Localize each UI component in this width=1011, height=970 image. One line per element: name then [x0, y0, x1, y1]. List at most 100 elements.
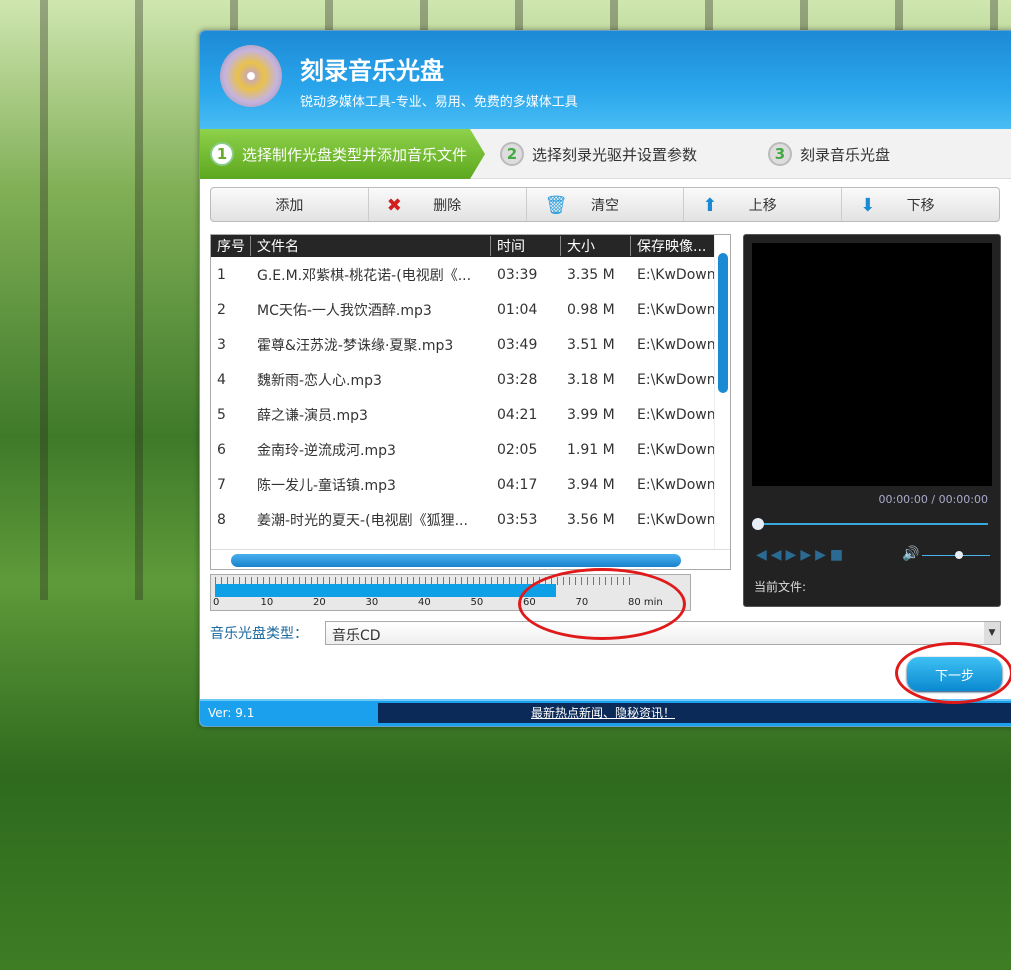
table-cell: 04:17: [491, 477, 561, 493]
table-cell: 姜潮-时光的夏天-(电视剧《狐狸...: [251, 510, 491, 530]
step-number: 2: [500, 142, 524, 166]
cd-logo-icon: [220, 45, 282, 107]
volume-icon[interactable]: 🔊: [902, 546, 919, 562]
chevron-down-icon[interactable]: ▼: [984, 622, 1000, 644]
add-label: 添加: [275, 195, 303, 215]
table-cell: 02:05: [491, 442, 561, 458]
step-bar: 1选择制作光盘类型并添加音乐文件 2 选择刻录光驱并设置参数 3 刻录音乐光盘: [200, 129, 1011, 179]
table-cell: 3.94 M: [561, 477, 631, 493]
table-cell: 7: [211, 477, 251, 493]
news-link[interactable]: 最新热点新闻、隐秘资讯！: [378, 703, 1011, 723]
annotation-circle-ruler: [518, 568, 686, 640]
annotation-circle-next: [895, 642, 1011, 704]
file-table: 序号 文件名 时间 大小 保存映像... 1G.E.M.邓紫棋-桃花诺-(电视剧…: [210, 234, 731, 570]
table-row[interactable]: 1G.E.M.邓紫棋-桃花诺-(电视剧《...03:393.35 ME:\KwD…: [211, 257, 730, 292]
volume-slider[interactable]: [922, 555, 990, 556]
col-save-image[interactable]: 保存映像...: [631, 236, 715, 256]
step-2[interactable]: 2 选择刻录光驱并设置参数: [500, 129, 697, 179]
vertical-scrollbar[interactable]: [714, 235, 730, 551]
app-subtitle: 锐动多媒体工具-专业、易用、免费的多媒体工具: [300, 91, 578, 110]
scroll-thumb[interactable]: [718, 253, 728, 393]
delete-button[interactable]: ✖删除: [369, 188, 527, 221]
stop-icon[interactable]: ■: [830, 547, 847, 563]
disc-type-label: 音乐光盘类型：: [210, 623, 308, 643]
preview-player: 00:00:00 / 00:00:00 ◀◀▶▶▶■ 🔊 当前文件:: [743, 234, 1001, 607]
horizontal-scrollbar[interactable]: [211, 549, 730, 569]
toolbar: 添加 ✖删除 🗑 清空 ⬆ 上移 ⬇ 下移: [210, 187, 1000, 222]
step-label: 选择刻录光驱并设置参数: [532, 144, 697, 165]
arrow-up-icon: ⬆: [702, 195, 717, 216]
table-cell: 03:49: [491, 337, 561, 353]
ruler-label: 10: [261, 597, 274, 608]
table-cell: E:\KwDownl.: [631, 407, 715, 423]
col-filename[interactable]: 文件名: [251, 236, 491, 256]
table-cell: 03:28: [491, 372, 561, 388]
table-cell: E:\KwDownl.: [631, 302, 715, 318]
table-cell: 3.99 M: [561, 407, 631, 423]
seek-knob[interactable]: [752, 518, 764, 530]
table-cell: G.E.M.邓紫棋-桃花诺-(电视剧《...: [251, 265, 491, 285]
ruler-label: 40: [418, 597, 431, 608]
table-cell: 3.51 M: [561, 337, 631, 353]
play-icon[interactable]: ▶: [786, 547, 801, 563]
table-cell: 3.35 M: [561, 267, 631, 283]
rewind-icon[interactable]: ◀◀: [756, 547, 786, 563]
step-number: 3: [768, 142, 792, 166]
col-index[interactable]: 序号: [211, 236, 251, 256]
fast-forward-icon[interactable]: ▶▶: [800, 547, 830, 563]
move-up-label: 上移: [749, 195, 777, 215]
table-cell: 3.56 M: [561, 512, 631, 528]
table-row[interactable]: 6金南玲-逆流成河.mp302:051.91 ME:\KwDownl.: [211, 432, 730, 467]
col-size[interactable]: 大小: [561, 236, 631, 256]
table-row[interactable]: 5薛之谦-演员.mp304:213.99 ME:\KwDownl.: [211, 397, 730, 432]
status-bar: Ver: 9.1 最新热点新闻、隐秘资讯！: [200, 699, 1011, 726]
step-number: 1: [210, 142, 234, 166]
video-screen: [752, 243, 992, 486]
table-cell: 04:21: [491, 407, 561, 423]
table-cell: 1.91 M: [561, 442, 631, 458]
seek-slider[interactable]: [756, 523, 988, 525]
table-cell: 6: [211, 442, 251, 458]
table-row[interactable]: 3霍尊&汪苏泷-梦诛缘·夏聚.mp303:493.51 ME:\KwDownl.: [211, 327, 730, 362]
table-cell: 03:53: [491, 512, 561, 528]
ruler-label: 20: [313, 597, 326, 608]
step-label: 刻录音乐光盘: [800, 144, 890, 165]
table-row[interactable]: 7陈一发儿-童话镇.mp304:173.94 ME:\KwDownl.: [211, 467, 730, 502]
col-time[interactable]: 时间: [491, 236, 561, 256]
capacity-used-bar: [215, 584, 556, 597]
table-cell: MC天佑-一人我饮酒醉.mp3: [251, 300, 491, 320]
delete-icon: ✖: [387, 195, 402, 216]
version-label: Ver: 9.1: [208, 706, 254, 720]
step-1[interactable]: 1选择制作光盘类型并添加音乐文件: [200, 129, 485, 179]
clear-label: 清空: [591, 195, 619, 215]
table-cell: 陈一发儿-童话镇.mp3: [251, 475, 491, 495]
ruler-label: 0: [213, 597, 219, 608]
ruler-label: 50: [471, 597, 484, 608]
playback-controls: ◀◀▶▶▶■: [756, 547, 847, 563]
table-cell: 8: [211, 512, 251, 528]
table-cell: 3: [211, 337, 251, 353]
move-down-label: 下移: [907, 195, 935, 215]
table-cell: 2: [211, 302, 251, 318]
table-cell: 薛之谦-演员.mp3: [251, 405, 491, 425]
move-up-button[interactable]: ⬆ 上移: [684, 188, 842, 221]
ruler-label: 30: [366, 597, 379, 608]
table-cell: E:\KwDownl.: [631, 512, 715, 528]
table-row[interactable]: 2MC天佑-一人我饮酒醉.mp301:040.98 ME:\KwDownl.: [211, 292, 730, 327]
table-cell: E:\KwDownl.: [631, 372, 715, 388]
trash-icon: 🗑: [545, 195, 568, 216]
move-down-button[interactable]: ⬇ 下移: [842, 188, 999, 221]
add-button[interactable]: 添加: [211, 188, 369, 221]
table-cell: E:\KwDownl.: [631, 477, 715, 493]
table-cell: E:\KwDownl.: [631, 267, 715, 283]
table-row[interactable]: 4魏新雨-恋人心.mp303:283.18 ME:\KwDownl.: [211, 362, 730, 397]
table-cell: 01:04: [491, 302, 561, 318]
volume-knob[interactable]: [955, 551, 963, 559]
scroll-thumb[interactable]: [231, 554, 681, 567]
table-row[interactable]: 8姜潮-时光的夏天-(电视剧《狐狸...03:533.56 ME:\KwDown…: [211, 502, 730, 537]
clear-button[interactable]: 🗑 清空: [527, 188, 685, 221]
arrow-down-icon: ⬇: [860, 195, 875, 216]
step-3[interactable]: 3 刻录音乐光盘: [768, 129, 890, 179]
table-cell: 3.18 M: [561, 372, 631, 388]
table-cell: 0.98 M: [561, 302, 631, 318]
